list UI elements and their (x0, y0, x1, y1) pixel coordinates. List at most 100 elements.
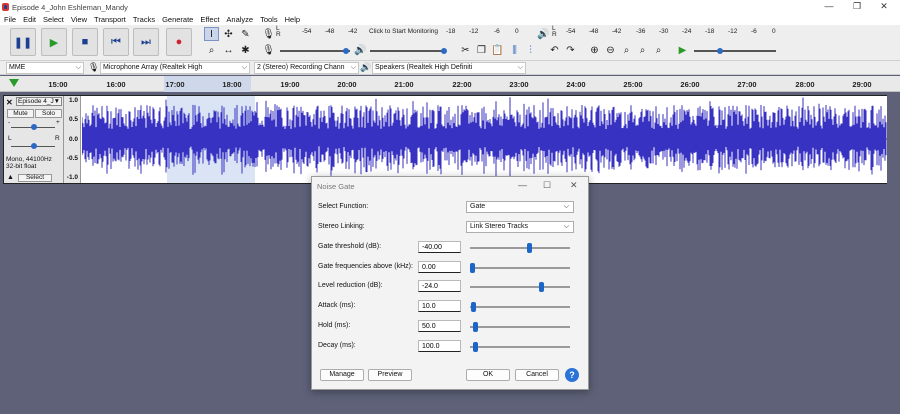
chevron-down-icon: ⌵ (517, 64, 523, 71)
hold-slider[interactable] (470, 322, 570, 332)
zoom-out-icon[interactable]: ⊖ (603, 43, 618, 57)
amplitude-ruler: 1.0 0.5 0.0 -0.5 -1.0 (64, 96, 81, 183)
audio-host-select[interactable]: MME ⌵ (6, 62, 84, 74)
hold-input[interactable] (418, 320, 461, 332)
recording-device-select[interactable]: Microphone Array (Realtek High ⌵ (100, 62, 250, 74)
menu-tracks[interactable]: Tracks (133, 15, 155, 24)
fit-selection-icon[interactable]: ⌕ (619, 43, 634, 57)
playback-meter-tick: -6 (751, 28, 757, 35)
solo-button[interactable]: Solo (35, 109, 62, 118)
cut-icon[interactable]: ✂ (458, 43, 473, 57)
menu-generate[interactable]: Generate (162, 15, 193, 24)
menu-file[interactable]: File (4, 15, 16, 24)
silence-icon[interactable]: ⫶ (523, 43, 538, 57)
decay-input[interactable] (418, 340, 461, 352)
playback-meter-speaker-icon[interactable]: 🔊 (536, 27, 551, 41)
attack-thumb[interactable] (470, 302, 476, 312)
collapse-track-icon[interactable]: ▲ (7, 174, 14, 181)
menu-select[interactable]: Select (43, 15, 64, 24)
recording-volume-thumb[interactable] (343, 48, 349, 54)
select-function-dropdown[interactable]: Gate ⌵ (466, 201, 574, 213)
multi-tool-icon[interactable]: ✱ (238, 43, 253, 57)
mute-button[interactable]: Mute (7, 109, 34, 118)
waveform[interactable] (82, 96, 887, 183)
dialog-minimize-button[interactable]: — (518, 180, 527, 190)
meter-r-label: R (276, 31, 281, 38)
gate-threshold-slider[interactable] (470, 243, 570, 253)
hold-thumb[interactable] (472, 322, 478, 332)
attack-input[interactable] (418, 300, 461, 312)
fit-project-icon[interactable]: ⌕ (635, 43, 650, 57)
menu-view[interactable]: View (71, 15, 87, 24)
play-button[interactable]: ▶ (41, 28, 67, 56)
cancel-button[interactable]: Cancel (515, 369, 559, 381)
start-monitoring-label[interactable]: Click to Start Monitoring (369, 28, 438, 35)
stereo-linking-dropdown[interactable]: Link Stereo Tracks ⌵ (466, 221, 574, 233)
gain-plus-label: + (56, 119, 60, 126)
envelope-tool-icon[interactable]: ✣ (221, 27, 236, 41)
ok-button[interactable]: OK (466, 369, 510, 381)
menu-edit[interactable]: Edit (23, 15, 36, 24)
draw-tool-icon[interactable]: ✎ (238, 27, 253, 41)
paste-icon[interactable]: 📋 (490, 43, 505, 57)
selection-tool-icon[interactable]: I (204, 27, 219, 41)
timeline-tick-label: 20:00 (337, 80, 357, 89)
timeline-ruler[interactable]: 15:00 16:00 17:00 18:00 19:00 20:00 21:00 22:00… (0, 76, 900, 92)
microphone-icon[interactable]: 🎙 (261, 27, 276, 41)
gate-frequencies-thumb[interactable] (470, 263, 475, 273)
select-track-button[interactable]: Select (18, 174, 52, 182)
recording-volume-slider[interactable] (280, 50, 350, 52)
zoom-in-icon[interactable]: ⊕ (587, 43, 602, 57)
trim-icon[interactable]: ⫼ (507, 43, 522, 57)
menu-bar: File Edit Select View Transport Tracks G… (0, 14, 900, 25)
playback-volume-thumb[interactable] (441, 48, 447, 54)
play-head-icon[interactable] (9, 79, 19, 87)
gate-frequencies-input[interactable] (418, 261, 461, 273)
attack-slider[interactable] (470, 302, 570, 312)
gate-threshold-input[interactable] (418, 241, 461, 253)
level-reduction-input[interactable] (418, 280, 461, 292)
skip-to-end-button[interactable]: ⏭ (133, 28, 159, 56)
skip-to-start-button[interactable]: ⏮ (103, 28, 129, 56)
minimize-button[interactable]: — (815, 0, 843, 14)
time-shift-tool-icon[interactable]: ↔ (221, 43, 236, 57)
close-button[interactable]: ✕ (870, 0, 898, 14)
pause-button[interactable]: ❚❚ (10, 28, 36, 56)
zoom-toggle-icon[interactable]: ⌕ (651, 43, 666, 57)
playback-volume-slider[interactable] (370, 50, 445, 52)
stop-button[interactable]: ■ (72, 28, 98, 56)
manage-button[interactable]: Manage (320, 369, 364, 381)
pan-slider-thumb[interactable] (31, 143, 37, 149)
decay-thumb[interactable] (472, 342, 478, 352)
dialog-maximize-button[interactable]: ☐ (543, 180, 551, 191)
redo-icon[interactable]: ↷ (563, 43, 578, 57)
help-icon[interactable]: ? (565, 368, 579, 382)
menu-tools[interactable]: Tools (260, 15, 278, 24)
close-track-icon[interactable]: ✕ (6, 98, 13, 107)
copy-icon[interactable]: ❐ (474, 43, 489, 57)
gate-frequencies-slider[interactable] (470, 263, 570, 273)
playback-device-select[interactable]: Speakers (Realtek High Definiti ⌵ (372, 62, 526, 74)
gate-threshold-thumb[interactable] (527, 243, 532, 253)
decay-slider[interactable] (470, 342, 570, 352)
play-speed-slider[interactable] (694, 50, 776, 52)
menu-effect[interactable]: Effect (200, 15, 219, 24)
timeline-tick-label: 27:00 (737, 80, 757, 89)
dialog-close-button[interactable]: ✕ (570, 180, 578, 191)
record-button[interactable]: ● (166, 28, 192, 56)
track-name-menu[interactable]: Episode 4_J ▼ (16, 97, 62, 106)
gain-slider-thumb[interactable] (31, 124, 37, 130)
zoom-tool-icon[interactable]: ⌕ (204, 43, 219, 57)
play-speed-thumb[interactable] (717, 48, 723, 54)
menu-help[interactable]: Help (285, 15, 300, 24)
play-at-speed-icon[interactable]: ▶ (675, 43, 690, 57)
preview-button[interactable]: Preview (368, 369, 412, 381)
speaker-icon: 🔊 (360, 62, 372, 72)
menu-analyze[interactable]: Analyze (226, 15, 253, 24)
recording-channels-select[interactable]: 2 (Stereo) Recording Chann ⌵ (254, 62, 359, 74)
level-reduction-thumb[interactable] (539, 282, 545, 292)
menu-transport[interactable]: Transport (94, 15, 126, 24)
undo-icon[interactable]: ↶ (547, 43, 562, 57)
level-reduction-slider[interactable] (470, 282, 570, 292)
maximize-button[interactable]: ❐ (843, 0, 871, 14)
